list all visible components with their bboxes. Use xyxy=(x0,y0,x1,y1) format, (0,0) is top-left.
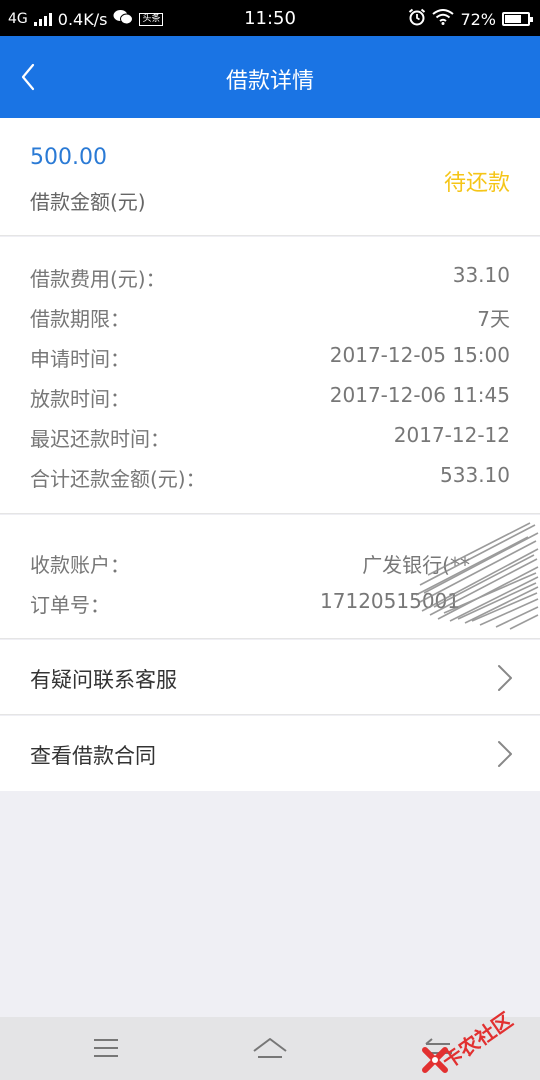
alarm-icon xyxy=(408,8,426,30)
detail-value: 2017-12-05 15:00 xyxy=(329,343,510,367)
contact-service-row[interactable]: 有疑问联系客服 xyxy=(0,640,540,715)
chevron-right-icon xyxy=(498,741,512,767)
battery-percent: 72% xyxy=(460,9,496,29)
detail-row-due-date: 最迟还款时间： 2017-12-12 xyxy=(30,423,510,453)
account-label: 订单号： xyxy=(30,593,110,617)
detail-value: 7天 xyxy=(477,307,510,331)
status-bar: 4G 0.4K/s 头条 11:50 72% xyxy=(0,0,540,36)
chevron-right-icon xyxy=(498,665,512,691)
detail-label: 最迟还款时间： xyxy=(30,427,170,451)
view-contract-label: 查看借款合同 xyxy=(30,744,156,768)
system-nav-bar: 卡农社区 xyxy=(0,1008,540,1080)
repayment-status: 待还款 xyxy=(443,171,510,196)
loan-summary: 500.00 借款金额(元) 待还款 xyxy=(0,118,540,236)
detail-row-fee: 借款费用(元)： 33.10 xyxy=(30,263,510,293)
account-info: 收款账户： 广发银行(** 订单号： 17120515001 xyxy=(0,515,540,639)
detail-row-total: 合计还款金额(元)： 533.10 xyxy=(30,463,510,493)
detail-value: 2017-12-06 11:45 xyxy=(329,383,510,407)
watermark: 卡农社区 xyxy=(422,1008,532,1074)
menu-icon xyxy=(94,1039,118,1057)
detail-label: 放款时间： xyxy=(30,387,130,411)
home-icon xyxy=(253,1038,287,1058)
detail-row-apply-time: 申请时间： 2017-12-05 15:00 xyxy=(30,343,510,373)
wifi-icon xyxy=(432,9,455,29)
home-button[interactable] xyxy=(250,1031,290,1065)
detail-row-disburse-time: 放款时间： 2017-12-06 11:45 xyxy=(30,383,510,413)
detail-value: 33.10 xyxy=(452,263,510,287)
page-title: 借款详情 xyxy=(225,69,314,94)
loan-details: 借款费用(元)： 33.10 借款期限： 7天 申请时间： 2017-12-05… xyxy=(0,237,540,514)
battery-level xyxy=(505,15,521,23)
detail-label: 申请时间： xyxy=(30,347,130,371)
nav-bar: 借款详情 xyxy=(0,36,540,118)
detail-label: 借款期限： xyxy=(30,307,130,331)
contact-service-label: 有疑问联系客服 xyxy=(30,668,177,692)
detail-label: 借款费用(元)： xyxy=(30,267,166,291)
detail-label: 合计还款金额(元)： xyxy=(30,467,206,491)
menu-button[interactable] xyxy=(86,1031,126,1065)
detail-value: 533.10 xyxy=(440,463,510,487)
detail-row-term: 借款期限： 7天 xyxy=(30,303,510,333)
redaction-scribble xyxy=(415,522,539,630)
battery-icon xyxy=(502,12,533,26)
view-contract-row[interactable]: 查看借款合同 xyxy=(0,716,540,791)
status-right: 72% xyxy=(408,8,533,30)
loan-amount: 500.00 xyxy=(30,145,107,170)
detail-value: 2017-12-12 xyxy=(393,423,510,447)
account-label: 收款账户： xyxy=(30,553,130,577)
loan-amount-label: 借款金额(元) xyxy=(30,190,146,214)
